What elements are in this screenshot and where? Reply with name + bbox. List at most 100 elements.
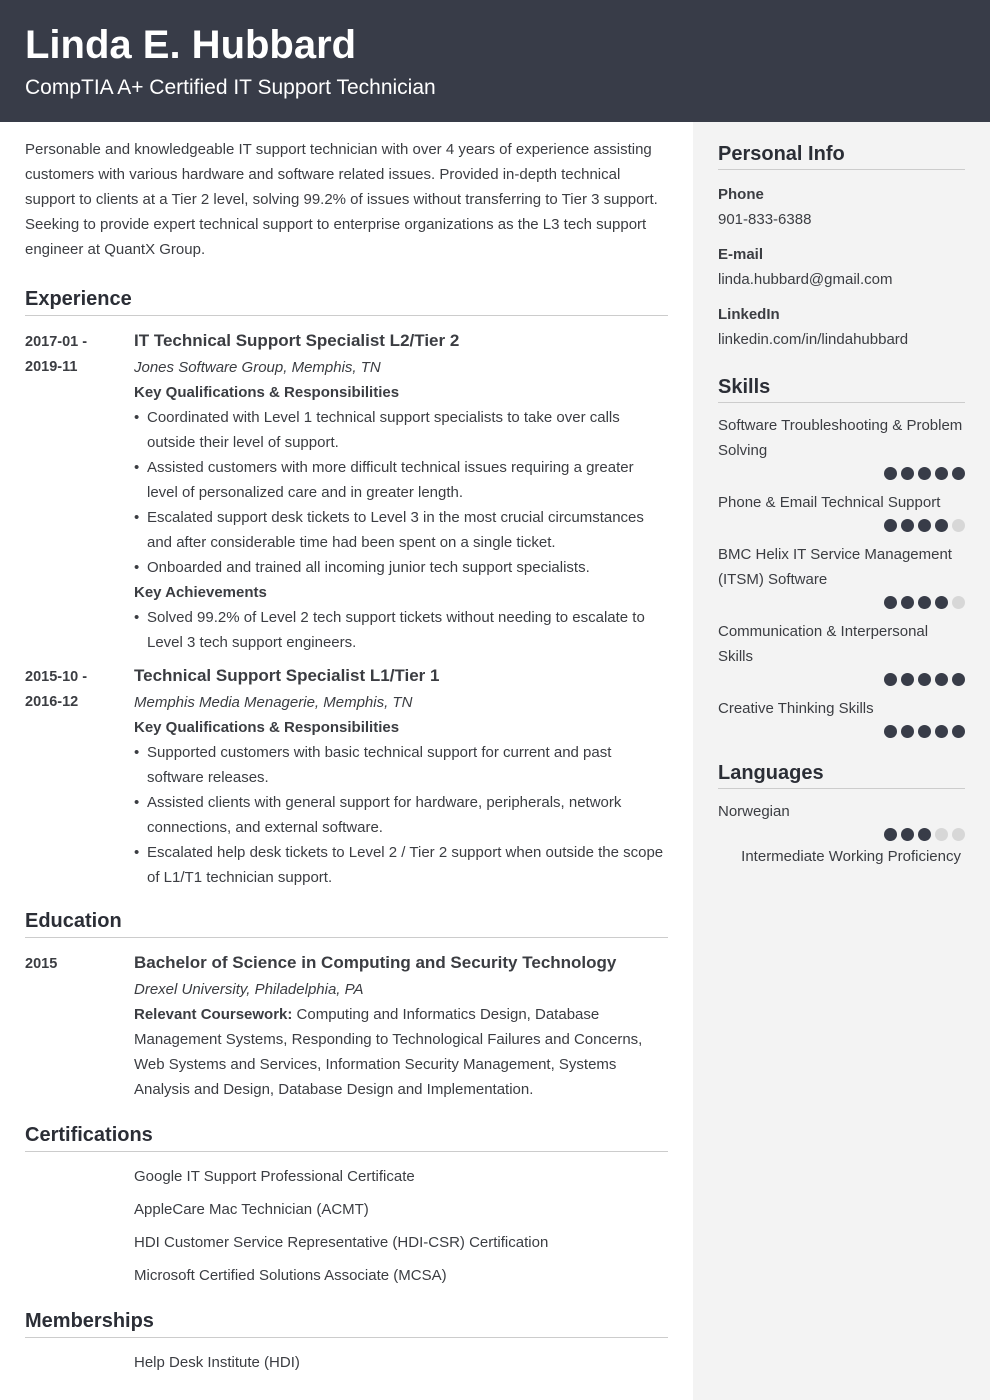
skills-section: Skills Software Troubleshooting & Proble… — [718, 374, 965, 738]
responsibilities-heading: Key Qualifications & Responsibilities — [134, 384, 400, 401]
rating-dot-filled — [884, 519, 897, 532]
info-email: E-mail linda.hubbard@gmail.com — [718, 242, 965, 292]
personal-info-section: Personal Info Phone 901-833-6388 E-mail lin… — [718, 141, 965, 352]
resume-header: Linda E. Hubbard CompTIA A+ Certified IT… — [0, 0, 990, 122]
rating-dot-empty — [952, 828, 965, 841]
memberships-list: Help Desk Institute (HDI) — [25, 1350, 668, 1375]
date-start: 2015-10 - — [25, 669, 88, 685]
info-phone: Phone 901-833-6388 — [718, 182, 965, 232]
section-title: Experience — [25, 286, 668, 316]
info-value: 901-833-6388 — [718, 211, 812, 228]
language-item: Norwegian Intermediate Working Proficienc… — [718, 799, 965, 869]
responsibility-item: Escalated help desk tickets to Level 2 /… — [134, 840, 668, 890]
memberships-section: Memberships Help Desk Institute (HDI) — [25, 1308, 668, 1375]
rating-dot-filled — [952, 673, 965, 686]
rating-dot-filled — [918, 673, 931, 686]
rating-dot-filled — [952, 467, 965, 480]
coursework: Relevant Coursework: Computing and Infor… — [134, 1002, 668, 1102]
rating-dot-filled — [884, 725, 897, 738]
rating-dot-filled — [935, 725, 948, 738]
section-title: Education — [25, 908, 668, 938]
experience-content: Technical Support Specialist L1/Tier 1 Me… — [134, 663, 668, 890]
language-name: Norwegian — [718, 803, 790, 820]
skill-name: Phone & Email Technical Support — [718, 494, 941, 511]
skill-name: Communication & Interpersonal Skills — [718, 623, 929, 665]
date-end: 2016-12 — [25, 694, 79, 710]
responsibility-item: Escalated support desk tickets to Level … — [134, 505, 668, 555]
rating-dot-filled — [952, 725, 965, 738]
membership-item: Help Desk Institute (HDI) — [134, 1354, 300, 1371]
achievement-item: Solved 99.2% of Level 2 tech support tic… — [134, 605, 668, 655]
info-linkedin: LinkedIn linkedin.com/in/lindahubbard — [718, 302, 965, 352]
company: Jones Software Group, Memphis, TN — [134, 359, 381, 376]
info-value: linkedin.com/in/lindahubbard — [718, 331, 909, 348]
rating-dots — [718, 725, 965, 738]
education-date: 2015 — [25, 956, 58, 972]
job-title: IT Technical Support Specialist L2/Tier … — [134, 331, 460, 350]
responsibilities-list: Coordinated with Level 1 technical suppo… — [134, 405, 668, 580]
rating-dot-filled — [918, 467, 931, 480]
responsibility-item: Supported customers with basic technical… — [134, 740, 668, 790]
rating-dot-filled — [901, 828, 914, 841]
experience-content: IT Technical Support Specialist L2/Tier … — [134, 328, 668, 655]
achievements-list: Solved 99.2% of Level 2 tech support tic… — [134, 605, 668, 655]
responsibility-item: Assisted customers with more difficult t… — [134, 455, 668, 505]
degree: Bachelor of Science in Computing and Sec… — [134, 953, 617, 972]
summary: Personable and knowledgeable IT support … — [25, 141, 658, 258]
rating-dot-empty — [935, 828, 948, 841]
rating-dot-filled — [935, 519, 948, 532]
responsibility-item: Coordinated with Level 1 technical suppo… — [134, 405, 668, 455]
rating-dot-filled — [935, 467, 948, 480]
section-title: Languages — [718, 760, 965, 789]
certification-item: Microsoft Certified Solutions Associate … — [134, 1267, 447, 1284]
rating-dot-filled — [884, 467, 897, 480]
experience-section: Experience 2017-01 - 2019-11 IT Technical … — [25, 286, 668, 890]
rating-dot-filled — [935, 596, 948, 609]
skill-name: Creative Thinking Skills — [718, 700, 874, 717]
experience-date: 2015-10 - 2016-12 — [25, 663, 134, 890]
language-level: Intermediate Working Proficiency — [741, 848, 961, 865]
info-value: linda.hubbard@gmail.com — [718, 271, 893, 288]
candidate-title: CompTIA A+ Certified IT Support Technici… — [25, 76, 436, 99]
rating-dot-filled — [884, 673, 897, 686]
rating-dot-filled — [918, 596, 931, 609]
candidate-name: Linda E. Hubbard — [25, 23, 357, 67]
experience-list: 2017-01 - 2019-11 IT Technical Support Spe… — [25, 328, 668, 890]
experience-entry: 2015-10 - 2016-12 Technical Support Specia… — [25, 663, 668, 890]
rating-dots — [718, 519, 965, 532]
section-title: Memberships — [25, 1308, 668, 1338]
responsibility-item: Onboarded and trained all incoming junio… — [134, 555, 668, 580]
education-list: 2015 Bachelor of Science in Computing an… — [25, 950, 668, 1102]
rating-dot-filled — [918, 519, 931, 532]
languages-section: Languages Norwegian Intermediate Working … — [718, 760, 965, 869]
sidebar: Personal Info Phone 901-833-6388 E-mail lin… — [693, 122, 990, 1400]
certification-item: HDI Customer Service Representative (HDI… — [134, 1234, 549, 1251]
rating-dot-filled — [918, 725, 931, 738]
info-label: E-mail — [718, 246, 764, 263]
section-title: Certifications — [25, 1122, 668, 1152]
certifications-section: Certifications Google IT Support Profess… — [25, 1122, 668, 1288]
main-column: Personable and knowledgeable IT support … — [25, 137, 668, 1383]
info-label: LinkedIn — [718, 306, 780, 323]
rating-dot-filled — [884, 596, 897, 609]
rating-dot-empty — [952, 519, 965, 532]
rating-dot-filled — [901, 596, 914, 609]
rating-dot-filled — [901, 467, 914, 480]
rating-dot-empty — [952, 596, 965, 609]
job-title: Technical Support Specialist L1/Tier 1 — [134, 666, 440, 685]
info-label: Phone — [718, 186, 764, 203]
education-entry: 2015 Bachelor of Science in Computing an… — [25, 950, 668, 1102]
school: Drexel University, Philadelphia, PA — [134, 981, 364, 998]
education-section: Education 2015 Bachelor of Science in Co… — [25, 908, 668, 1102]
rating-dot-filled — [901, 519, 914, 532]
rating-dot-filled — [901, 725, 914, 738]
rating-dot-filled — [918, 828, 931, 841]
responsibilities-heading: Key Qualifications & Responsibilities — [134, 719, 400, 736]
rating-dots — [718, 673, 965, 686]
section-title: Skills — [718, 374, 965, 403]
experience-date: 2017-01 - 2019-11 — [25, 328, 134, 655]
certification-item: AppleCare Mac Technician (ACMT) — [134, 1201, 369, 1218]
rating-dots — [718, 596, 965, 609]
rating-dot-filled — [884, 828, 897, 841]
skill-item: Communication & Interpersonal Skills — [718, 619, 965, 686]
